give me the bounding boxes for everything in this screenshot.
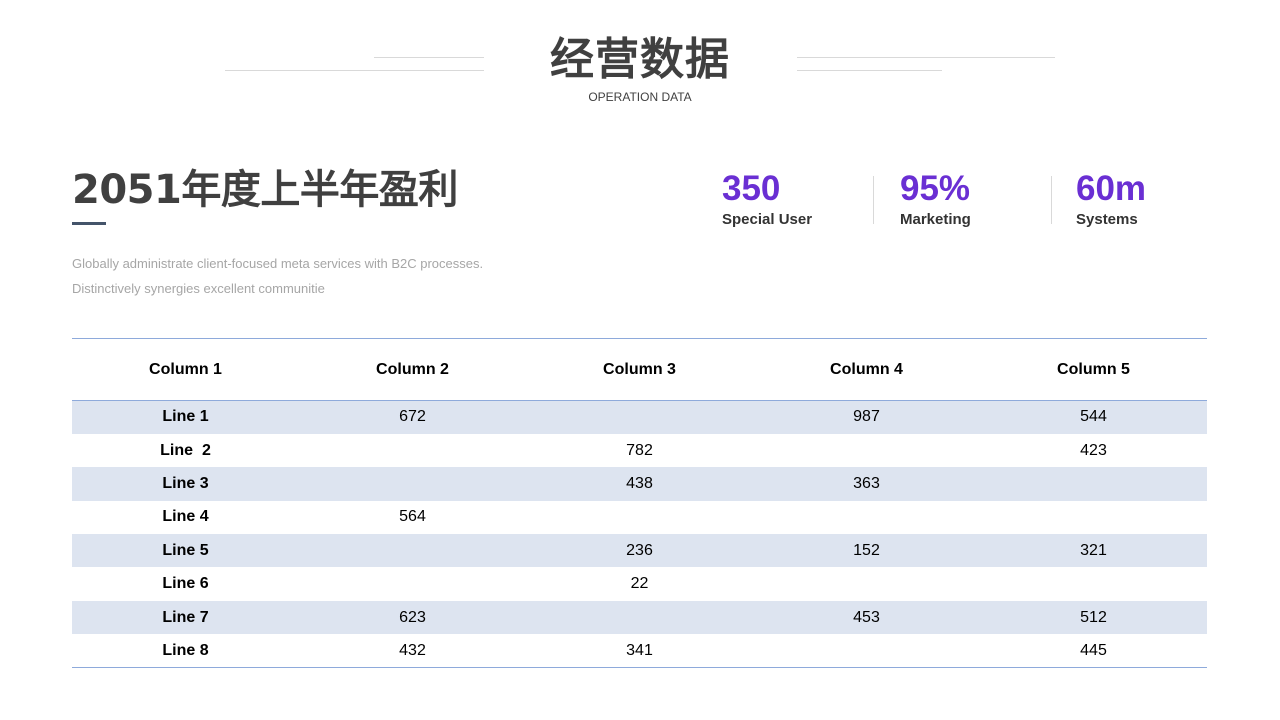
table-cell <box>753 634 980 667</box>
table-cell: 438 <box>626 474 653 492</box>
data-table: Column 1 Column 2 Column 3 Column 4 Colu… <box>72 338 1207 668</box>
table-row: Line 1 672 987 544 <box>72 400 1207 434</box>
row-label: Line 5 <box>162 541 209 559</box>
table-cell: 987 <box>853 408 880 426</box>
stat-label: Systems <box>1076 211 1138 228</box>
table-cell: 363 <box>853 474 880 492</box>
stat-special-user: 350 Special User <box>722 170 812 229</box>
row-label: Line 2 <box>160 441 211 459</box>
stat-marketing: 95% Marketing <box>900 170 971 229</box>
table-cell: 544 <box>1080 408 1107 426</box>
table-row: Line 8 432 341 445 <box>72 634 1207 668</box>
row-label: Line 7 <box>162 608 209 626</box>
table-cell: 782 <box>626 441 653 459</box>
page-subtitle: OPERATION DATA <box>588 90 692 104</box>
table-cell: 423 <box>1080 441 1107 459</box>
table-cell <box>980 567 1207 600</box>
stat-divider <box>873 176 874 224</box>
table-cell <box>299 467 526 500</box>
description-line-1: Globally administrate client-focused met… <box>72 256 484 271</box>
column-header: Column 3 <box>603 360 676 378</box>
data-table-container: Column 1 Column 2 Column 3 Column 4 Colu… <box>72 338 1207 668</box>
title-underline <box>72 222 106 225</box>
table-cell: 22 <box>630 575 649 593</box>
table-cell <box>980 467 1207 500</box>
column-header: Column 5 <box>1057 360 1130 378</box>
table-cell: 512 <box>1080 608 1107 626</box>
column-header: Column 1 <box>149 360 222 378</box>
row-label: Line 6 <box>162 575 209 593</box>
table-cell: 152 <box>853 541 880 559</box>
description-line-2: Distinctively synergies excellent commun… <box>72 281 325 296</box>
table-cell: 672 <box>399 408 426 426</box>
table-cell: 623 <box>399 608 426 626</box>
table-cell: 236 <box>626 541 653 559</box>
table-cell: 453 <box>853 608 880 626</box>
row-label: Line 1 <box>162 408 209 426</box>
table-row: Line 3 438 363 <box>72 467 1207 501</box>
table-row: Line 4 564 <box>72 501 1207 534</box>
row-label: Line 3 <box>162 474 209 492</box>
stat-label: Marketing <box>900 211 971 228</box>
table-cell: 564 <box>399 508 426 526</box>
table-cell <box>526 601 753 634</box>
stat-value: 350 <box>722 169 781 208</box>
table-cell <box>299 434 526 467</box>
column-header: Column 4 <box>830 360 903 378</box>
column-header: Column 2 <box>376 360 449 378</box>
table-cell: 341 <box>626 641 653 659</box>
table-cell: 432 <box>399 641 426 659</box>
table-cell <box>980 501 1207 534</box>
table-row: Line 7 623 453 512 <box>72 600 1207 635</box>
table-cell <box>526 501 753 534</box>
table-cell <box>753 434 980 467</box>
table-cell <box>753 567 980 600</box>
stat-value: 95% <box>900 169 971 208</box>
table-row: Line 5 236 152 321 <box>72 534 1207 568</box>
table-cell: 445 <box>1080 641 1107 659</box>
stat-value: 60m <box>1076 169 1147 208</box>
row-label: Line 4 <box>162 508 209 526</box>
section-title: 2051年度上半年盈利 <box>72 167 458 213</box>
row-label: Line 8 <box>162 641 209 659</box>
table-cell <box>299 567 526 600</box>
stat-label: Special User <box>722 211 813 228</box>
stat-systems: 60m Systems <box>1076 170 1146 229</box>
table-cell <box>753 501 980 534</box>
table-row: Line 6 22 <box>72 567 1207 600</box>
table-cell: 321 <box>1080 541 1107 559</box>
table-row: Line 2 782 423 <box>72 434 1207 467</box>
table-cell <box>526 401 753 434</box>
stat-divider <box>1051 176 1052 224</box>
page-title: 经营数据 <box>550 34 730 85</box>
table-header-row: Column 1 Column 2 Column 3 Column 4 Colu… <box>72 338 1207 401</box>
table-cell <box>299 534 526 567</box>
